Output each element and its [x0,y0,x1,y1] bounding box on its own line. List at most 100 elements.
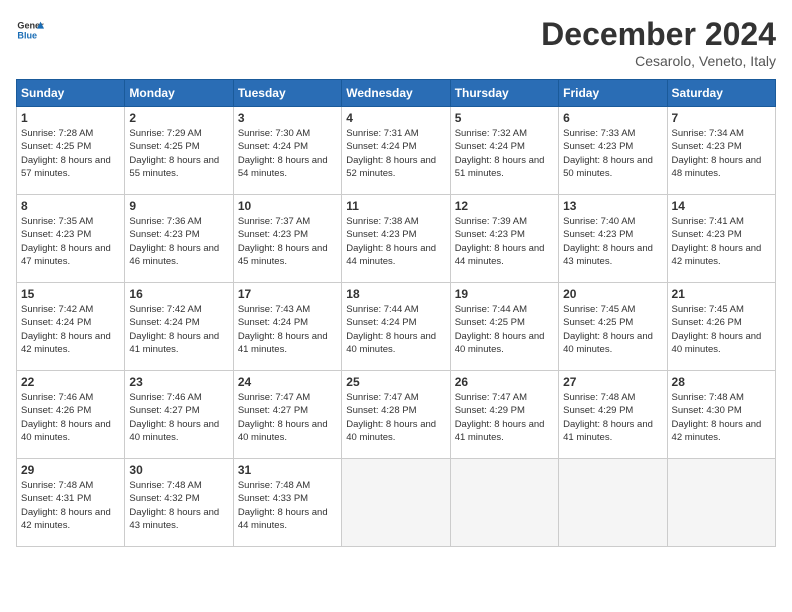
day-number: 11 [346,199,445,213]
day-number: 4 [346,111,445,125]
day-number: 24 [238,375,337,389]
day-info: Sunrise: 7:47 AMSunset: 4:29 PMDaylight:… [455,391,554,444]
day-info: Sunrise: 7:44 AMSunset: 4:25 PMDaylight:… [455,303,554,356]
day-info: Sunrise: 7:40 AMSunset: 4:23 PMDaylight:… [563,215,662,268]
calendar-day-empty [450,459,558,547]
col-header-sunday: Sunday [17,80,125,107]
day-number: 20 [563,287,662,301]
calendar-day-22: 22 Sunrise: 7:46 AMSunset: 4:26 PMDaylig… [17,371,125,459]
col-header-monday: Monday [125,80,233,107]
day-number: 26 [455,375,554,389]
calendar-week-4: 22 Sunrise: 7:46 AMSunset: 4:26 PMDaylig… [17,371,776,459]
day-info: Sunrise: 7:45 AMSunset: 4:26 PMDaylight:… [672,303,771,356]
day-info: Sunrise: 7:42 AMSunset: 4:24 PMDaylight:… [21,303,120,356]
calendar-day-empty [559,459,667,547]
col-header-thursday: Thursday [450,80,558,107]
day-number: 31 [238,463,337,477]
day-info: Sunrise: 7:47 AMSunset: 4:27 PMDaylight:… [238,391,337,444]
calendar-day-27: 27 Sunrise: 7:48 AMSunset: 4:29 PMDaylig… [559,371,667,459]
day-info: Sunrise: 7:46 AMSunset: 4:27 PMDaylight:… [129,391,228,444]
day-info: Sunrise: 7:33 AMSunset: 4:23 PMDaylight:… [563,127,662,180]
calendar-day-19: 19 Sunrise: 7:44 AMSunset: 4:25 PMDaylig… [450,283,558,371]
day-number: 9 [129,199,228,213]
calendar-day-13: 13 Sunrise: 7:40 AMSunset: 4:23 PMDaylig… [559,195,667,283]
day-number: 18 [346,287,445,301]
calendar-day-28: 28 Sunrise: 7:48 AMSunset: 4:30 PMDaylig… [667,371,775,459]
day-number: 28 [672,375,771,389]
svg-text:Blue: Blue [17,30,37,40]
title-block: December 2024 Cesarolo, Veneto, Italy [541,16,776,69]
day-number: 15 [21,287,120,301]
day-info: Sunrise: 7:38 AMSunset: 4:23 PMDaylight:… [346,215,445,268]
calendar-week-2: 8 Sunrise: 7:35 AMSunset: 4:23 PMDayligh… [17,195,776,283]
day-info: Sunrise: 7:37 AMSunset: 4:23 PMDaylight:… [238,215,337,268]
day-number: 6 [563,111,662,125]
calendar-day-empty [667,459,775,547]
day-number: 10 [238,199,337,213]
day-number: 1 [21,111,120,125]
day-number: 2 [129,111,228,125]
calendar-day-30: 30 Sunrise: 7:48 AMSunset: 4:32 PMDaylig… [125,459,233,547]
day-info: Sunrise: 7:44 AMSunset: 4:24 PMDaylight:… [346,303,445,356]
day-info: Sunrise: 7:43 AMSunset: 4:24 PMDaylight:… [238,303,337,356]
col-header-saturday: Saturday [667,80,775,107]
calendar-day-3: 3 Sunrise: 7:30 AMSunset: 4:24 PMDayligh… [233,107,341,195]
day-info: Sunrise: 7:42 AMSunset: 4:24 PMDaylight:… [129,303,228,356]
calendar-week-3: 15 Sunrise: 7:42 AMSunset: 4:24 PMDaylig… [17,283,776,371]
day-number: 8 [21,199,120,213]
day-info: Sunrise: 7:28 AMSunset: 4:25 PMDaylight:… [21,127,120,180]
day-number: 19 [455,287,554,301]
day-info: Sunrise: 7:41 AMSunset: 4:23 PMDaylight:… [672,215,771,268]
calendar-day-25: 25 Sunrise: 7:47 AMSunset: 4:28 PMDaylig… [342,371,450,459]
day-number: 30 [129,463,228,477]
header: General Blue December 2024 Cesarolo, Ven… [16,16,776,69]
calendar-day-7: 7 Sunrise: 7:34 AMSunset: 4:23 PMDayligh… [667,107,775,195]
day-info: Sunrise: 7:29 AMSunset: 4:25 PMDaylight:… [129,127,228,180]
day-info: Sunrise: 7:48 AMSunset: 4:31 PMDaylight:… [21,479,120,532]
general-blue-icon: General Blue [16,16,44,44]
day-info: Sunrise: 7:48 AMSunset: 4:33 PMDaylight:… [238,479,337,532]
day-info: Sunrise: 7:48 AMSunset: 4:30 PMDaylight:… [672,391,771,444]
day-number: 3 [238,111,337,125]
day-number: 14 [672,199,771,213]
calendar-day-31: 31 Sunrise: 7:48 AMSunset: 4:33 PMDaylig… [233,459,341,547]
calendar-day-24: 24 Sunrise: 7:47 AMSunset: 4:27 PMDaylig… [233,371,341,459]
calendar-day-26: 26 Sunrise: 7:47 AMSunset: 4:29 PMDaylig… [450,371,558,459]
calendar-day-8: 8 Sunrise: 7:35 AMSunset: 4:23 PMDayligh… [17,195,125,283]
calendar-day-11: 11 Sunrise: 7:38 AMSunset: 4:23 PMDaylig… [342,195,450,283]
calendar-day-14: 14 Sunrise: 7:41 AMSunset: 4:23 PMDaylig… [667,195,775,283]
day-number: 5 [455,111,554,125]
day-number: 25 [346,375,445,389]
calendar-day-10: 10 Sunrise: 7:37 AMSunset: 4:23 PMDaylig… [233,195,341,283]
day-number: 17 [238,287,337,301]
calendar-day-1: 1 Sunrise: 7:28 AMSunset: 4:25 PMDayligh… [17,107,125,195]
day-info: Sunrise: 7:47 AMSunset: 4:28 PMDaylight:… [346,391,445,444]
day-info: Sunrise: 7:39 AMSunset: 4:23 PMDaylight:… [455,215,554,268]
calendar-day-4: 4 Sunrise: 7:31 AMSunset: 4:24 PMDayligh… [342,107,450,195]
calendar-day-5: 5 Sunrise: 7:32 AMSunset: 4:24 PMDayligh… [450,107,558,195]
day-info: Sunrise: 7:46 AMSunset: 4:26 PMDaylight:… [21,391,120,444]
day-number: 12 [455,199,554,213]
day-info: Sunrise: 7:45 AMSunset: 4:25 PMDaylight:… [563,303,662,356]
calendar-day-12: 12 Sunrise: 7:39 AMSunset: 4:23 PMDaylig… [450,195,558,283]
day-info: Sunrise: 7:48 AMSunset: 4:32 PMDaylight:… [129,479,228,532]
day-number: 29 [21,463,120,477]
day-number: 13 [563,199,662,213]
calendar-day-9: 9 Sunrise: 7:36 AMSunset: 4:23 PMDayligh… [125,195,233,283]
calendar-day-23: 23 Sunrise: 7:46 AMSunset: 4:27 PMDaylig… [125,371,233,459]
calendar-day-20: 20 Sunrise: 7:45 AMSunset: 4:25 PMDaylig… [559,283,667,371]
day-number: 27 [563,375,662,389]
day-info: Sunrise: 7:35 AMSunset: 4:23 PMDaylight:… [21,215,120,268]
day-number: 7 [672,111,771,125]
location: Cesarolo, Veneto, Italy [541,53,776,69]
day-number: 16 [129,287,228,301]
calendar-day-6: 6 Sunrise: 7:33 AMSunset: 4:23 PMDayligh… [559,107,667,195]
day-info: Sunrise: 7:32 AMSunset: 4:24 PMDaylight:… [455,127,554,180]
month-title: December 2024 [541,16,776,53]
day-number: 23 [129,375,228,389]
day-info: Sunrise: 7:48 AMSunset: 4:29 PMDaylight:… [563,391,662,444]
calendar-day-29: 29 Sunrise: 7:48 AMSunset: 4:31 PMDaylig… [17,459,125,547]
col-header-tuesday: Tuesday [233,80,341,107]
day-info: Sunrise: 7:34 AMSunset: 4:23 PMDaylight:… [672,127,771,180]
page: General Blue December 2024 Cesarolo, Ven… [0,0,792,612]
